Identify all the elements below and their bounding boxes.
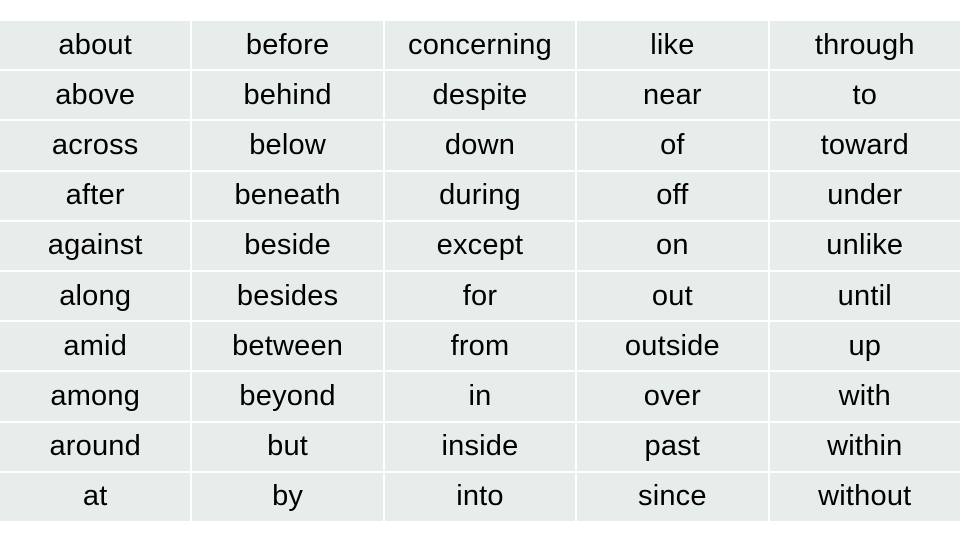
table-cell: by (192, 472, 383, 521)
table-cell: near (577, 71, 768, 120)
table-cell: into (384, 472, 576, 521)
table-cell: concerning (384, 21, 576, 70)
table-cell: beyond (192, 372, 383, 421)
table-cell: off (577, 171, 768, 220)
table-cell: after (0, 171, 191, 220)
table-cell: against (0, 221, 191, 270)
table-cell: between (192, 322, 383, 371)
table-cell: around (0, 422, 191, 471)
table-cell: about (0, 21, 191, 70)
prepositions-table-container: about before concerning like through above beh… (0, 21, 960, 521)
table-cell: to (769, 71, 960, 120)
table-cell: behind (192, 71, 383, 120)
table-cell: since (577, 472, 768, 521)
table-cell: among (0, 372, 191, 421)
table-cell: until (769, 271, 960, 321)
table-cell: down (384, 121, 576, 170)
table-cell: outside (577, 322, 768, 371)
table-cell: along (0, 271, 191, 321)
table-row: against beside except on unlike (0, 221, 960, 270)
table-row: around but inside past within (0, 422, 960, 471)
table-cell: without (769, 472, 960, 521)
table-cell: inside (384, 422, 576, 471)
table-cell: past (577, 422, 768, 471)
table-cell: before (192, 21, 383, 70)
table-cell: through (769, 21, 960, 70)
table-cell: on (577, 221, 768, 270)
table-row: across below down of toward (0, 121, 960, 170)
table-cell: besides (192, 271, 383, 321)
table-cell: for (384, 271, 576, 321)
table-cell: amid (0, 322, 191, 371)
table-row: at by into since without (0, 472, 960, 521)
table-cell: over (577, 372, 768, 421)
table-cell: at (0, 472, 191, 521)
table-cell: except (384, 221, 576, 270)
table-cell: unlike (769, 221, 960, 270)
table-row: amid between from outside up (0, 322, 960, 371)
table-row: above behind despite near to (0, 71, 960, 120)
table-row: after beneath during off under (0, 171, 960, 220)
table-cell: beneath (192, 171, 383, 220)
table-row: about before concerning like through (0, 21, 960, 70)
table-cell: of (577, 121, 768, 170)
table-cell: across (0, 121, 191, 170)
table-row: among beyond in over with (0, 372, 960, 421)
table-row: along besides for out until (0, 271, 960, 321)
table-cell: above (0, 71, 191, 120)
table-cell: like (577, 21, 768, 70)
table-cell: during (384, 171, 576, 220)
table-cell: toward (769, 121, 960, 170)
table-cell: beside (192, 221, 383, 270)
table-cell: in (384, 372, 576, 421)
table-cell: up (769, 322, 960, 371)
table-cell: below (192, 121, 383, 170)
table-cell: out (577, 271, 768, 321)
prepositions-table: about before concerning like through above beh… (0, 19, 960, 523)
table-cell: with (769, 372, 960, 421)
table-cell: under (769, 171, 960, 220)
table-cell: within (769, 422, 960, 471)
table-cell: but (192, 422, 383, 471)
table-cell: from (384, 322, 576, 371)
table-cell: despite (384, 71, 576, 120)
